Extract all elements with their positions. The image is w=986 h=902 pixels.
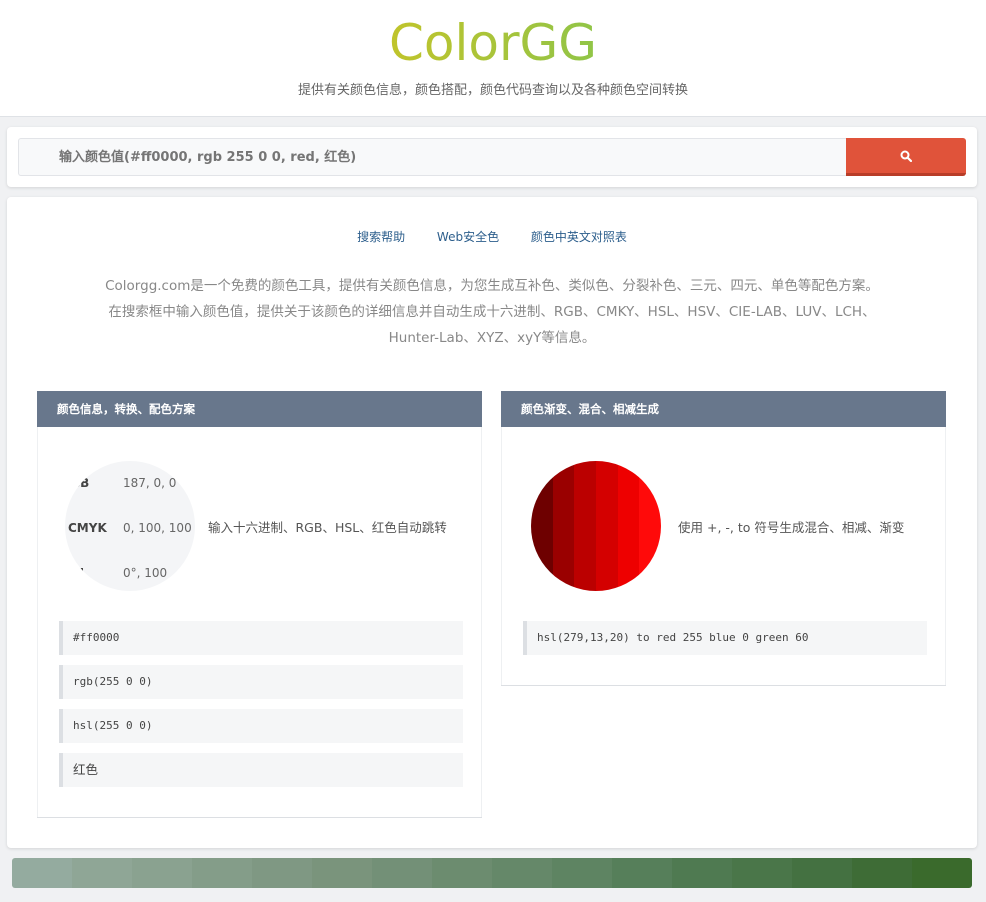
gradient-hint: 使用 +, -, to 符号生成混合、相减、渐变 [678,520,905,535]
search-button[interactable] [846,138,966,176]
info-value-rgb: 187, 0, 0 [123,476,177,490]
nav-links: 搜索帮助 Web安全色 颜色中英文对照表 [7,228,977,245]
palette-swatch[interactable] [792,858,852,888]
palette-swatch[interactable] [192,858,252,888]
site-header: ColorGG 提供有关颜色信息，颜色搭配，颜色代码查询以及各种颜色空间转换 [0,0,986,117]
gradient-preview-circle [531,461,661,591]
gradient-panel-body: 使用 +, -, to 符号生成混合、相减、渐变 hsl(279,13,20) … [501,427,946,685]
color-info-panel-title: 颜色信息，转换、配色方案 [37,391,482,427]
palette-swatch[interactable] [492,858,552,888]
description-line-2: 在搜索框中输入颜色值，提供关于该颜色的详细信息并自动生成十六进制、RGB、CMK… [108,304,876,320]
description-line-3: Hunter-Lab、XYZ、xyY等信息。 [388,330,596,346]
color-info-panel-body: RGB 187, 0, 0 CMYK 0, 100, 100 HSL 0°, 1… [37,427,482,817]
info-key-rgb: RGB [65,476,90,490]
gradient-stripe [617,461,640,591]
description-line-1: Colorgg.com是一个免费的颜色工具，提供有关颜色信息，为您生成互补色、类… [105,278,879,294]
gradient-stripe [639,461,661,591]
search-bar [7,127,977,187]
example-gradient[interactable]: hsl(279,13,20) to red 255 blue 0 green 6… [523,621,927,655]
main-content: 搜索帮助 Web安全色 颜色中英文对照表 Colorgg.com是一个免费的颜色… [7,197,977,848]
example-color-name[interactable]: 红色 [59,753,463,787]
palette-swatch[interactable] [132,858,192,888]
gradient-stripe [596,461,618,591]
color-info-circle: RGB 187, 0, 0 CMYK 0, 100, 100 HSL 0°, 1… [65,461,195,591]
search-icon [900,150,912,162]
palette-swatch[interactable] [372,858,432,888]
gradient-panel-title: 颜色渐变、混合、相减生成 [501,391,946,427]
color-info-hint: 输入十六进制、RGB、HSL、红色自动跳转 [208,520,447,535]
gradient-stripe [552,461,575,591]
color-info-panel: 颜色信息，转换、配色方案 RGB 187, 0, 0 CMYK 0, 100, … [37,391,482,818]
palette-swatch[interactable] [312,858,372,888]
info-key-hsl: HSL [65,566,88,580]
palette-swatch[interactable] [72,858,132,888]
gradient-panel: 颜色渐变、混合、相减生成 使用 +, -, to 符号生成混合、相减、渐变 hs… [501,391,946,686]
example-hex[interactable]: #ff0000 [59,621,463,655]
search-input[interactable] [18,138,846,176]
gradient-stripe [574,461,597,591]
palette-swatch[interactable] [12,858,72,888]
link-search-help[interactable]: 搜索帮助 [357,230,405,244]
palette-swatch[interactable] [252,858,312,888]
color-palette-strip [12,858,972,888]
link-web-safe-colors[interactable]: Web安全色 [437,230,499,244]
example-rgb[interactable]: rgb(255 0 0) [59,665,463,699]
gradient-stripe [531,461,553,591]
info-value-hsl: 0°, 100 [123,566,168,580]
palette-swatch[interactable] [432,858,492,888]
palette-swatch[interactable] [612,858,672,888]
site-tagline: 提供有关颜色信息，颜色搭配，颜色代码查询以及各种颜色空间转换 [297,83,688,98]
palette-swatch[interactable] [852,858,912,888]
link-color-names[interactable]: 颜色中英文对照表 [531,230,627,244]
palette-swatch[interactable] [672,858,732,888]
site-logo[interactable]: ColorGG [0,14,986,72]
palette-swatch[interactable] [912,858,972,888]
info-value-cmyk: 0, 100, 100 [123,521,192,535]
example-hsl[interactable]: hsl(255 0 0) [59,709,463,743]
info-key-cmyk: CMYK [68,521,107,535]
site-description: Colorgg.com是一个免费的颜色工具，提供有关颜色信息，为您生成互补色、类… [47,273,937,351]
palette-swatch[interactable] [552,858,612,888]
palette-swatch[interactable] [732,858,792,888]
